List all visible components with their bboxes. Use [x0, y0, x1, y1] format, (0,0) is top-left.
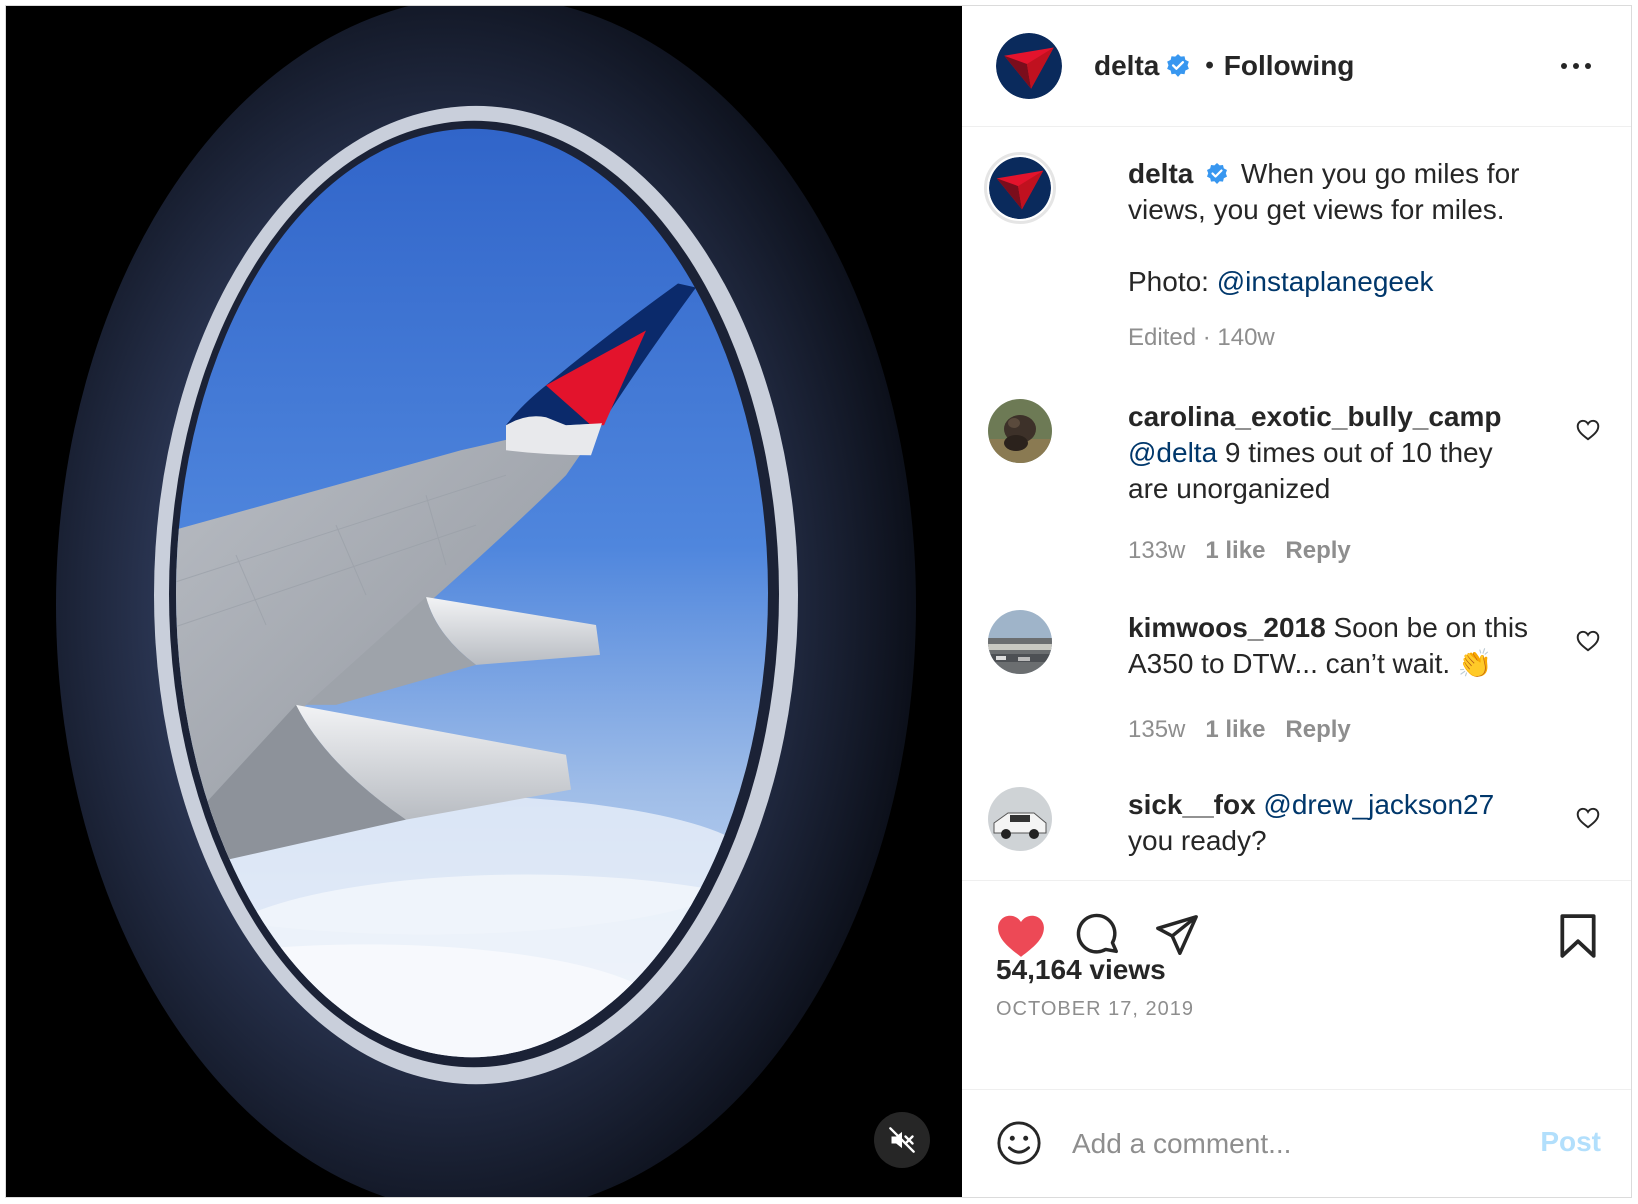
ellipsis-icon [1561, 63, 1567, 69]
post-header: delta • Following [962, 6, 1631, 127]
mention-link[interactable]: @drew_jackson27 [1263, 789, 1494, 820]
comments-list[interactable]: delta When you go miles for views, you g… [962, 127, 1631, 881]
comment-text: you ready? [1128, 825, 1267, 856]
comment-meta: 133w 1 like Reply [1128, 533, 1537, 569]
post-container: delta • Following delta When you go mile… [5, 5, 1632, 1198]
caption-text-line2: views, you get views for miles. [1128, 194, 1505, 225]
comment-likes[interactable]: 1 like [1205, 537, 1265, 564]
paper-plane-icon[interactable] [1154, 913, 1200, 959]
mute-button[interactable] [874, 1112, 930, 1168]
commenter-avatar[interactable] [988, 399, 1052, 463]
comment-username[interactable]: sick__fox [1128, 789, 1256, 820]
add-comment-bar: Post [962, 1089, 1631, 1197]
mention-link[interactable]: @instaplanegeek [1217, 266, 1434, 297]
airplane-window-photo [6, 6, 962, 1197]
ellipsis-icon [1585, 63, 1591, 69]
caption-avatar[interactable] [984, 152, 1056, 224]
delta-avatar[interactable] [996, 33, 1062, 99]
commenter-avatar[interactable] [988, 787, 1052, 851]
following-button[interactable]: Following [1224, 50, 1355, 82]
post-video[interactable] [6, 6, 962, 1197]
comment-input[interactable] [1070, 1120, 1494, 1168]
caption-photo-credit: Photo: @instaplanegeek [1128, 264, 1537, 300]
post-side-panel: delta • Following delta When you go mile… [962, 6, 1631, 1197]
smiley-icon[interactable] [996, 1120, 1042, 1166]
caption-text-line1: When you go miles for [1240, 158, 1520, 189]
view-count[interactable]: 54,164 views [996, 954, 1166, 986]
comment-body: kimwoos_2018 Soon be on this A350 to DTW… [1128, 610, 1537, 748]
reply-button[interactable]: Reply [1285, 716, 1350, 743]
comment-time: 135w [1128, 716, 1186, 743]
heart-outline-icon[interactable] [1575, 805, 1601, 831]
speech-bubble-icon[interactable] [1076, 913, 1122, 959]
more-options-button[interactable] [1561, 55, 1591, 77]
header-username[interactable]: delta [1094, 50, 1159, 82]
post-comment-button[interactable]: Post [1540, 1126, 1601, 1158]
commenter-avatar[interactable] [988, 610, 1052, 674]
comment-meta: 135w 1 like Reply [1128, 712, 1537, 748]
heart-filled-icon[interactable] [996, 913, 1046, 959]
ellipsis-icon [1573, 63, 1579, 69]
bookmark-icon[interactable] [1559, 913, 1597, 959]
header-separator: • [1205, 52, 1214, 79]
clap-emoji: 👏 [1457, 648, 1493, 679]
speaker-muted-icon [889, 1127, 915, 1153]
caption-edited-time: Edited · 140w [1128, 324, 1275, 351]
reply-button[interactable]: Reply [1285, 537, 1350, 564]
comment-body: carolina_exotic_bully_camp @delta 9 time… [1128, 399, 1537, 569]
heart-outline-icon[interactable] [1575, 628, 1601, 654]
photo-prefix: Photo: [1128, 266, 1217, 297]
comment-username[interactable]: carolina_exotic_bully_camp [1128, 399, 1537, 435]
comment-likes[interactable]: 1 like [1205, 716, 1265, 743]
mention-link[interactable]: @delta [1128, 437, 1217, 468]
verified-badge-icon [1167, 54, 1190, 77]
comment-time: 133w [1128, 537, 1186, 564]
verified-badge-icon [1207, 162, 1228, 184]
caption-body: delta When you go miles for views, you g… [1128, 156, 1537, 356]
caption-username[interactable]: delta [1128, 158, 1193, 189]
post-date: OCTOBER 17, 2019 [996, 998, 1194, 1020]
heart-outline-icon[interactable] [1575, 417, 1601, 443]
comment-body: sick__fox @drew_jackson27 you ready? [1128, 787, 1537, 859]
comment-username[interactable]: kimwoos_2018 [1128, 612, 1326, 643]
